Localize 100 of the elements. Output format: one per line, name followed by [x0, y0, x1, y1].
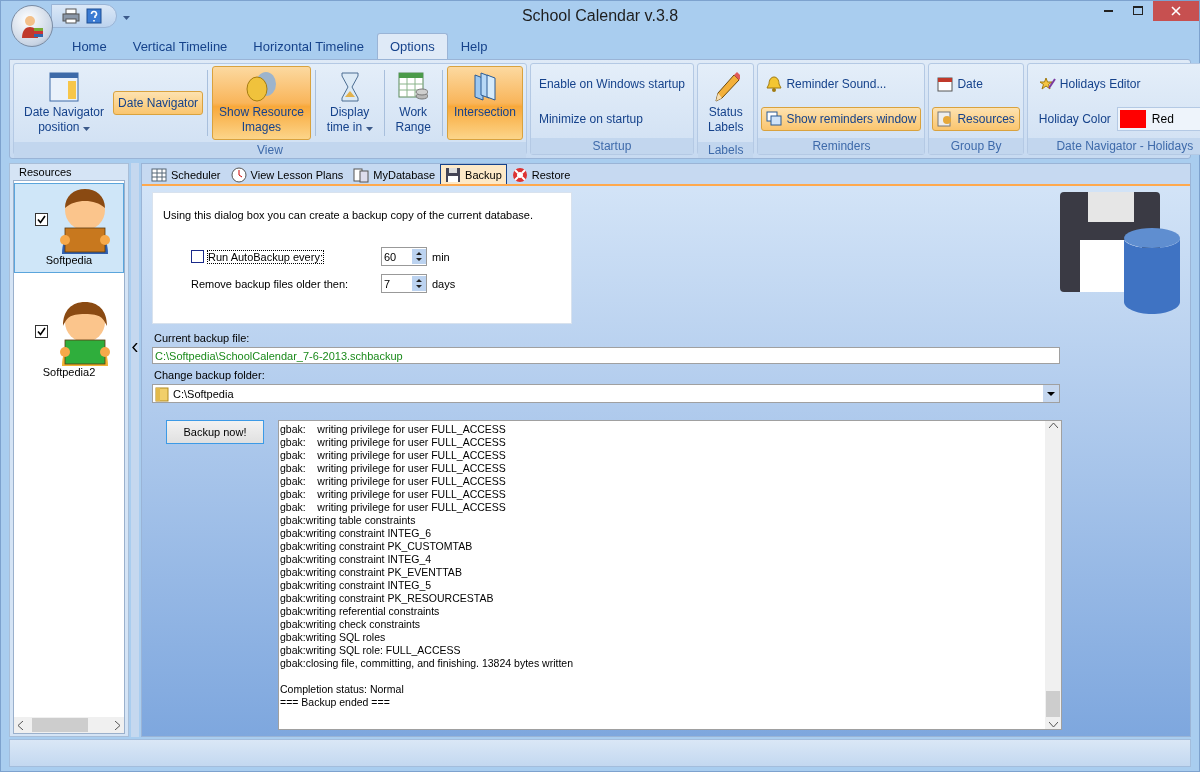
ribbon-button[interactable]: Date Navigator position — [17, 66, 112, 140]
minimize-icon — [1103, 10, 1113, 12]
ribbon-button[interactable]: Holidays Editor — [1034, 71, 1200, 96]
window-icon — [49, 71, 79, 103]
log-line: gbak:writing referential constraints — [280, 605, 441, 618]
group-label: View — [14, 142, 526, 158]
panel-title: Resources — [18, 166, 73, 180]
ribbon-button[interactable]: Date Navigator — [113, 91, 204, 115]
ribbon-button[interactable]: Minimize on startup — [533, 106, 690, 131]
checkbox[interactable] — [191, 250, 204, 263]
log-line: gbak:writing check constraints — [280, 618, 422, 631]
help-icon[interactable] — [86, 8, 102, 24]
group-label: Reminders — [758, 138, 925, 154]
lifebuoy-icon — [511, 166, 528, 183]
backup-now-button[interactable]: Backup now! — [166, 420, 264, 444]
ribbon-button[interactable]: Status Labels — [701, 66, 751, 140]
star-wand-icon — [1039, 75, 1056, 92]
vertical-scrollbar[interactable] — [1045, 421, 1061, 729]
calendar-icon — [937, 75, 954, 92]
log-line: gbak:writing SQL roles — [280, 631, 387, 644]
ribbon-button[interactable]: Show reminders window — [761, 106, 922, 131]
log-line: gbak:writing constraint INTEG_5 — [280, 579, 433, 592]
panes-icon — [471, 71, 498, 103]
unit-label: min — [432, 250, 450, 263]
color-dropdown[interactable]: Red — [1116, 106, 1200, 131]
unit-label: days — [432, 277, 456, 290]
log-line: gbak:writing constraint INTEG_6 — [280, 527, 433, 540]
window-title: School Calendar v.3.8 — [521, 7, 679, 24]
resource-item[interactable]: Softpedia2 — [14, 295, 124, 385]
check-icon — [37, 326, 46, 336]
log-line: === Backup ended === — [280, 696, 391, 709]
log-line: gbak:closing file, committing, and finishing. 13824 bytes written — [280, 657, 574, 670]
horizontal-scrollbar[interactable] — [14, 717, 124, 733]
resource-item[interactable]: Softpedia — [14, 183, 124, 273]
folder-dropdown[interactable]: C:\Softpedia — [152, 384, 1060, 403]
windows-icon — [766, 110, 783, 127]
ribbon-button[interactable]: Resources — [932, 106, 1020, 131]
scrollbar-thumb[interactable] — [1046, 691, 1060, 717]
log-line: Completion status: Normal — [280, 683, 405, 696]
ribbon-tab[interactable]: Horizontal Timeline — [240, 33, 377, 59]
backup-file-field[interactable]: C:\Softpedia\SchoolCalendar_7-6-2013.schbackup — [152, 347, 1060, 364]
ribbon-tab[interactable]: Vertical Timeline — [119, 33, 241, 59]
holiday-color-label: Holiday Color — [1038, 111, 1111, 126]
spin-arrows-icon — [412, 249, 426, 264]
people-icon — [937, 110, 954, 127]
minutes-spinner[interactable]: 60 — [381, 247, 427, 266]
caret-icon — [123, 16, 130, 20]
teacher-icon — [20, 14, 44, 38]
log-line: gbak: writing privilege for user FULL_ACCESS — [280, 436, 507, 449]
log-line: gbak: writing privilege for user FULL_ACCESS — [280, 423, 507, 436]
days-spinner[interactable]: 7 — [381, 274, 427, 293]
autobackup-checkbox[interactable]: Run AutoBackup every: — [191, 250, 381, 263]
log-line: gbak: writing privilege for user FULL_ACCESS — [280, 449, 507, 462]
folder-icon — [155, 385, 169, 402]
floppy-icon — [445, 166, 462, 183]
clock-icon — [230, 166, 247, 183]
content-tab[interactable]: Backup — [440, 164, 507, 184]
group-label: Group By — [929, 138, 1023, 154]
hourglass-icon — [339, 71, 360, 103]
log-line: gbak: writing privilege for user FULL_ACCESS — [280, 475, 507, 488]
log-line: gbak:writing SQL role: FULL_ACCESS — [280, 644, 462, 657]
checkbox[interactable] — [35, 212, 48, 226]
ribbon-tab[interactable]: Options — [376, 33, 448, 59]
checkbox[interactable] — [35, 324, 48, 338]
ribbon-button[interactable]: Enable on Windows startup — [533, 71, 690, 96]
ribbon-button[interactable]: Display time in — [319, 66, 380, 140]
table-icon — [398, 71, 429, 103]
field-label: Change backup folder: — [153, 369, 266, 381]
content-tab[interactable]: Restore — [506, 164, 576, 184]
print-icon[interactable] — [62, 8, 80, 24]
log-line: gbak:writing table constraints — [280, 514, 417, 527]
log-line: gbak:writing constraint PK_CUSTOMTAB — [280, 540, 474, 553]
log-line: gbak: writing privilege for user FULL_ACCESS — [280, 501, 507, 514]
ribbon-button[interactable]: Reminder Sound... — [761, 71, 922, 96]
check-icon — [37, 214, 46, 224]
ribbon-button[interactable]: Intersection — [446, 66, 523, 140]
content-tab[interactable]: Scheduler — [146, 164, 226, 184]
close-icon — [1171, 6, 1181, 16]
log-line: gbak:writing constraint INTEG_4 — [280, 553, 433, 566]
group-label: Labels — [698, 142, 754, 158]
log-line: gbak: writing privilege for user FULL_ACCESS — [280, 462, 507, 475]
ribbon-button[interactable]: Work Range — [388, 66, 438, 140]
resource-name: Softpedia — [44, 254, 94, 266]
log-line: gbak:writing constraint PK_RESOURCESTAB — [280, 592, 495, 605]
bell-icon — [766, 75, 783, 92]
group-label: Startup — [530, 138, 693, 154]
resource-name: Softpedia2 — [41, 366, 97, 378]
content-tab[interactable]: MyDatabase — [348, 164, 441, 184]
maximize-icon — [1133, 6, 1143, 16]
ribbon-tab[interactable]: Help — [447, 33, 501, 59]
grid-icon — [151, 166, 167, 183]
ribbon-tab[interactable]: Home — [59, 33, 120, 59]
field-label: Current backup file: — [153, 332, 251, 344]
ribbon-button[interactable]: Date — [932, 71, 1020, 96]
content-tab[interactable]: View Lesson Plans — [225, 164, 349, 184]
documents-icon — [353, 166, 370, 183]
ribbon-button[interactable]: Show Resource Images — [212, 66, 311, 140]
app-menu-button[interactable] — [11, 5, 53, 47]
log-line: gbak: writing privilege for user FULL_ACCESS — [280, 488, 507, 501]
log-line: gbak:writing constraint PK_EVENTTAB — [280, 566, 463, 579]
